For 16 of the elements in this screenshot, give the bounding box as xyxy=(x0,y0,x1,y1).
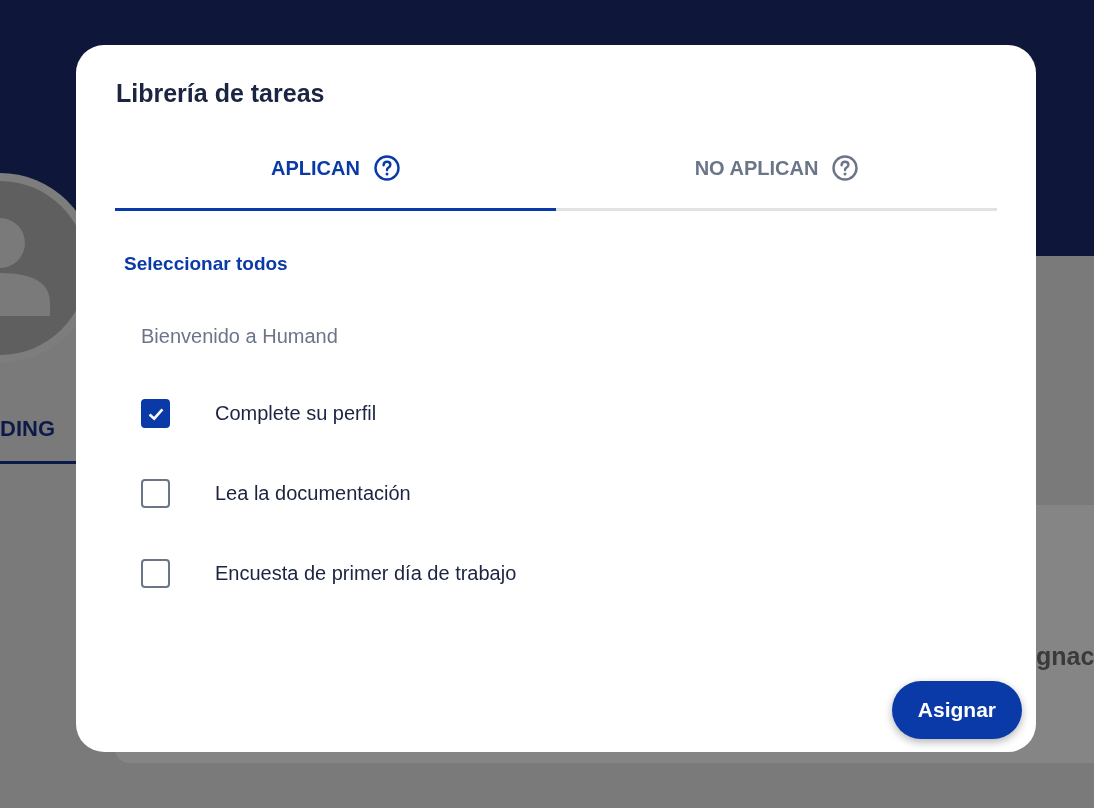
tab-label: DING xyxy=(0,416,55,442)
help-icon[interactable] xyxy=(373,155,400,181)
dialog-title: Librería de tareas xyxy=(116,79,326,108)
card-heading: gnac xyxy=(1036,642,1094,671)
task-label: Complete su perfil xyxy=(215,402,377,425)
help-icon[interactable] xyxy=(832,155,859,181)
task-label: Encuesta de primer día de trabajo xyxy=(215,562,517,585)
group-title: Bienvenido a Humand xyxy=(141,325,339,348)
assign-button[interactable]: Asignar xyxy=(891,681,1022,739)
tab[interactable]: APLICAN xyxy=(115,128,556,211)
checkbox[interactable] xyxy=(141,559,170,588)
checkbox[interactable] xyxy=(141,479,170,508)
task-label: Lea la documentación xyxy=(215,482,411,505)
select-all-link[interactable]: Seleccionar todos xyxy=(124,253,288,275)
tab[interactable]: NO APLICAN xyxy=(556,128,997,211)
checkbox[interactable] xyxy=(141,399,170,428)
